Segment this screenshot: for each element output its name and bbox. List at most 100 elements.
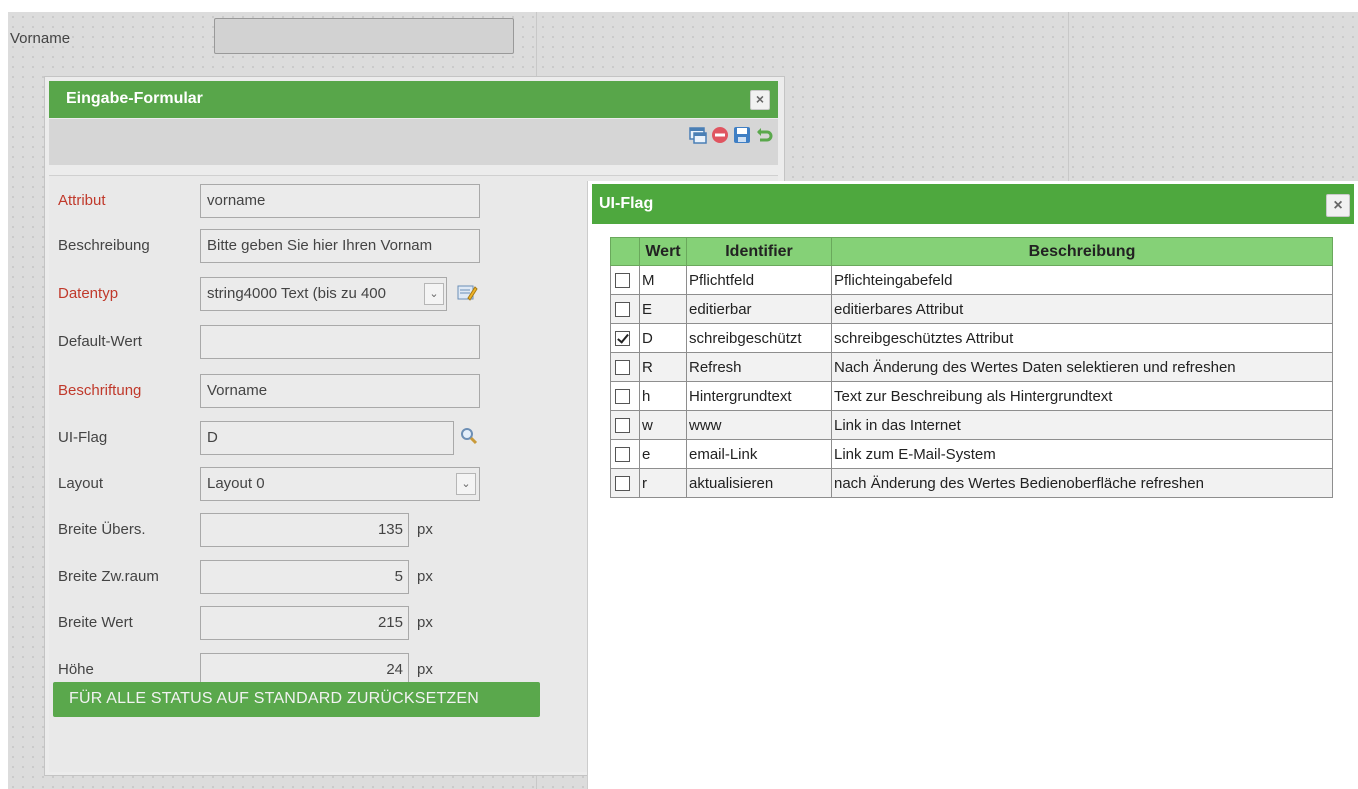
checkbox-cell: [610, 410, 640, 440]
beschreibung-cell: Link in das Internet: [831, 410, 1333, 440]
breite-uebers-unit: px: [417, 521, 433, 538]
datentyp-select[interactable]: string4000 Text (bis zu 400 ⌄: [200, 277, 447, 311]
beschreibung-cell: editierbares Attribut: [831, 294, 1333, 324]
flag-checkbox[interactable]: [615, 331, 630, 347]
ui-flag-table: Wert Identifier Beschreibung M Pflichtfel…: [610, 237, 1333, 498]
form-title-bar[interactable]: Eingabe-Formular ×: [49, 81, 778, 118]
beschreibung-cell: Link zum E-Mail-System: [831, 439, 1333, 469]
flag-checkbox[interactable]: [615, 360, 630, 376]
flag-dialog-title: UI-Flag: [599, 195, 654, 212]
default-wert-input[interactable]: [200, 325, 480, 359]
breite-wert-unit: px: [417, 614, 433, 631]
reset-to-standard-button[interactable]: FÜR ALLE STATUS AUF STANDARD ZURÜCKSETZE…: [53, 682, 540, 717]
checkbox-cell: [610, 323, 640, 353]
background-field-input[interactable]: [214, 18, 514, 54]
flag-checkbox[interactable]: [615, 447, 630, 463]
breite-uebers-label: Breite Übers.: [58, 521, 146, 538]
beschriftung-input[interactable]: Vorname: [200, 374, 480, 408]
breite-zwraum-input[interactable]: 5: [200, 560, 409, 594]
ui-flag-input[interactable]: D: [200, 421, 454, 455]
beschreibung-cell: Text zur Beschreibung als Hintergrundtex…: [831, 381, 1333, 411]
beschreibung-cell: nach Änderung des Wertes Bedienoberfläch…: [831, 468, 1333, 498]
identifier-cell: Pflichtfeld: [686, 265, 832, 295]
chevron-down-icon[interactable]: ⌄: [424, 283, 444, 305]
hoehe-unit: px: [417, 661, 433, 678]
datentyp-value: string4000 Text (bis zu 400: [207, 285, 386, 302]
background-field-label: Vorname: [10, 30, 71, 47]
flag-close-button[interactable]: ×: [1326, 194, 1350, 217]
identifier-cell: Refresh: [686, 352, 832, 382]
wert-cell: r: [639, 468, 687, 498]
checkbox-cell: [610, 352, 640, 382]
table-row[interactable]: M Pflichtfeld Pflichteingabefeld: [610, 265, 1333, 295]
hoehe-label: Höhe: [58, 661, 94, 678]
datentyp-label: Datentyp: [58, 285, 119, 302]
window-icon[interactable]: [688, 125, 708, 145]
edit-datatype-icon[interactable]: [456, 282, 478, 308]
wert-cell: M: [639, 265, 687, 295]
identifier-cell: Hintergrundtext: [686, 381, 832, 411]
identifier-cell: www: [686, 410, 832, 440]
identifier-cell: editierbar: [686, 294, 832, 324]
form-close-button[interactable]: ×: [750, 90, 770, 110]
checkbox-cell: [610, 468, 640, 498]
wert-cell: R: [639, 352, 687, 382]
flag-checkbox[interactable]: [615, 389, 630, 405]
beschreibung-cell: Pflichteingabefeld: [831, 265, 1333, 295]
flag-checkbox[interactable]: [615, 302, 630, 318]
wert-cell: e: [639, 439, 687, 469]
identifier-cell: email-Link: [686, 439, 832, 469]
beschreibung-cell: Nach Änderung des Wertes Daten selektier…: [831, 352, 1333, 382]
breite-uebers-input[interactable]: 135: [200, 513, 409, 547]
form-toolbar: [49, 119, 778, 165]
table-row[interactable]: Dschreibgeschützt schreibgeschütztes Attr…: [610, 323, 1333, 353]
flag-title-bar[interactable]: UI-Flag ×: [592, 184, 1354, 224]
table-row[interactable]: R Refresh Nach Änderung des Wertes Daten s…: [610, 352, 1333, 382]
checkbox-cell: [610, 381, 640, 411]
table-row[interactable]: h Hintergrundtext Text zur Beschreibung al…: [610, 381, 1333, 411]
wert-cell: E: [639, 294, 687, 324]
table-header-row: Wert Identifier Beschreibung: [610, 237, 1333, 266]
breite-zwraum-unit: px: [417, 568, 433, 585]
form-title: Eingabe-Formular: [66, 90, 203, 107]
save-icon[interactable]: [732, 125, 752, 145]
wert-cell: w: [639, 410, 687, 440]
breite-wert-input[interactable]: 215: [200, 606, 409, 640]
identifier-cell: schreibgeschützt: [686, 323, 832, 353]
ui-flag-label: UI-Flag: [58, 429, 108, 446]
layout-select[interactable]: Layout 0 ⌄: [200, 467, 480, 501]
wert-column-header: Wert: [639, 237, 687, 266]
identifier-cell: aktualisieren: [686, 468, 832, 498]
breite-zwraum-label: Breite Zw.raum: [58, 568, 159, 585]
layout-value: Layout 0: [207, 475, 265, 492]
undo-icon[interactable]: [754, 125, 774, 145]
flag-checkbox[interactable]: [615, 418, 630, 434]
attribut-input[interactable]: vorname: [200, 184, 480, 218]
delete-icon[interactable]: [710, 125, 730, 145]
breite-wert-label: Breite Wert: [58, 614, 133, 631]
checkbox-cell: [610, 265, 640, 295]
table-row[interactable]: Eeditierbar editierbares Attribut: [610, 294, 1333, 324]
table-row[interactable]: e email-Link Link zum E-Mail-System: [610, 439, 1333, 469]
table-row[interactable]: r aktualisieren nach Änderung des Wertes B…: [610, 468, 1333, 498]
table-row[interactable]: w www Link in das Internet: [610, 410, 1333, 440]
layout-label: Layout: [58, 475, 104, 492]
chevron-down-icon[interactable]: ⌄: [456, 473, 476, 495]
wert-cell: D: [639, 323, 687, 353]
beschreibung-label: Beschreibung: [58, 237, 150, 254]
checkbox-column-header: [610, 237, 640, 266]
search-icon[interactable]: [460, 427, 478, 449]
flag-checkbox[interactable]: [615, 273, 630, 289]
beschriftung-label: Beschriftung: [58, 382, 142, 399]
checkbox-cell: [610, 294, 640, 324]
default-wert-label: Default-Wert: [58, 333, 142, 350]
ui-flag-dialog: UI-Flag × Wert Identifier Beschreibung M…: [587, 181, 1358, 789]
beschreibung-cell: schreibgeschütztes Attribut: [831, 323, 1333, 353]
beschreibung-column-header: Beschreibung: [831, 237, 1333, 266]
attribut-label: Attribut: [58, 192, 106, 209]
beschreibung-input[interactable]: Bitte geben Sie hier Ihren Vornam: [200, 229, 480, 263]
flag-checkbox[interactable]: [615, 476, 630, 492]
identifier-column-header: Identifier: [686, 237, 832, 266]
wert-cell: h: [639, 381, 687, 411]
checkbox-cell: [610, 439, 640, 469]
